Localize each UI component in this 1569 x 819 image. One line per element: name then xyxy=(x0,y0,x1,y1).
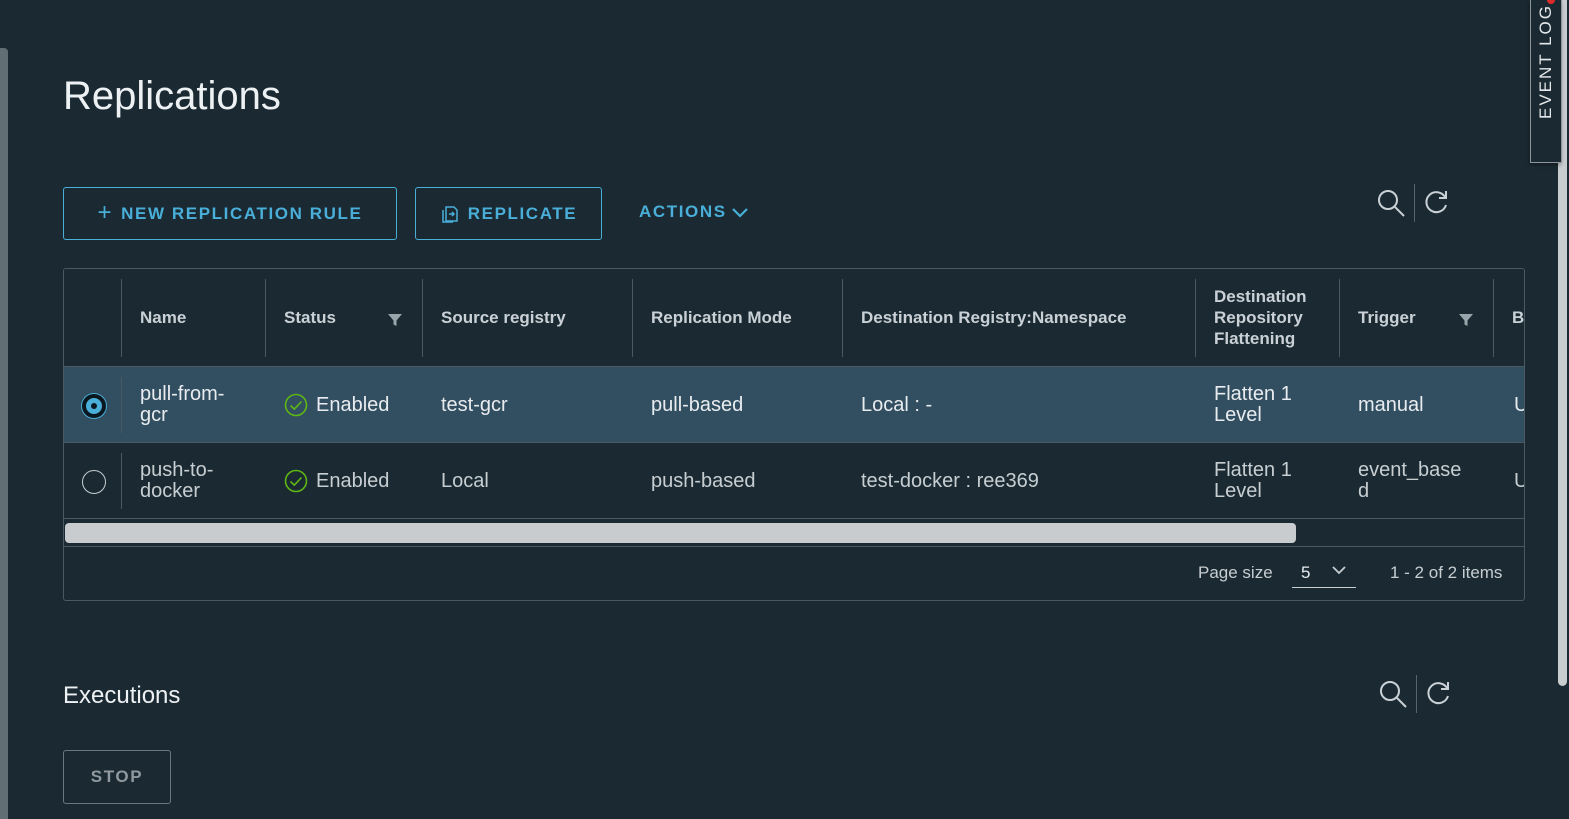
stop-button[interactable]: STOP xyxy=(63,750,171,804)
event-log-label: EVENT LOG xyxy=(1536,4,1555,119)
column-header-replication-mode[interactable]: Replication Mode xyxy=(651,269,792,366)
cell-name: push-to-docker xyxy=(140,459,214,502)
column-header-destination[interactable]: Destination Registry:Namespace xyxy=(861,269,1126,366)
chevron-down-icon xyxy=(731,208,748,218)
cell-trigger: event_based xyxy=(1358,459,1462,502)
filter-icon[interactable] xyxy=(387,312,403,328)
cell-truncated: U xyxy=(1514,367,1524,443)
table-row[interactable]: pull-from-gcr Enabled test-gcr pull-base… xyxy=(64,367,1524,443)
column-separator xyxy=(632,279,633,357)
status-text: Enabled xyxy=(316,393,390,416)
table-row[interactable]: push-to-docker Enabled Local push-based … xyxy=(64,443,1524,519)
column-header-source-registry[interactable]: Source registry xyxy=(441,269,566,366)
event-log-tab[interactable]: EVENT LOG xyxy=(1530,0,1562,163)
replication-rules-grid: Name Status Source registry Replication … xyxy=(63,268,1525,601)
chevron-down-icon xyxy=(1332,566,1346,575)
cell-destination: test-docker : ree369 xyxy=(861,469,1039,492)
new-replication-rule-button[interactable]: + NEW REPLICATION RULE xyxy=(63,187,397,240)
page-title: Replications xyxy=(63,74,281,118)
status-text: Enabled xyxy=(316,469,390,492)
filter-icon[interactable] xyxy=(1458,312,1474,328)
horizontal-scrollbar-thumb[interactable] xyxy=(65,523,1296,543)
search-icon[interactable] xyxy=(1378,679,1408,709)
replicate-button[interactable]: REPLICATE xyxy=(415,187,602,240)
column-separator xyxy=(121,279,122,357)
cell-status: Enabled xyxy=(284,367,389,443)
items-count: 1 - 2 of 2 items xyxy=(1390,563,1503,582)
grid-footer: Page size 5 1 - 2 of 2 items xyxy=(64,547,1524,600)
cell-replication-mode: pull-based xyxy=(651,393,744,416)
cell-trigger: manual xyxy=(1358,393,1424,416)
row-select-radio[interactable] xyxy=(82,394,106,418)
cell-status: Enabled xyxy=(284,443,389,519)
refresh-icon[interactable] xyxy=(1425,679,1453,707)
row-select-radio[interactable] xyxy=(82,470,106,494)
check-circle-icon xyxy=(284,469,308,493)
executions-title: Executions xyxy=(63,682,181,709)
replicate-label: REPLICATE xyxy=(467,203,578,223)
replications-page: EVENT LOG Replications + NEW REPLICATION… xyxy=(0,0,1569,819)
column-separator xyxy=(1339,279,1340,357)
column-header-trigger[interactable]: Trigger xyxy=(1358,269,1416,366)
actions-label: ACTIONS xyxy=(639,202,727,221)
page-size-value: 5 xyxy=(1301,563,1311,582)
cell-truncated: U xyxy=(1514,443,1524,519)
page-size-label: Page size xyxy=(1198,563,1273,582)
cell-destination: Local : - xyxy=(861,393,933,416)
plus-icon: + xyxy=(97,198,114,226)
row-separator xyxy=(121,453,122,509)
actions-dropdown[interactable]: ACTIONS xyxy=(639,202,749,222)
column-separator xyxy=(1195,279,1196,357)
replicate-icon xyxy=(442,205,458,223)
column-separator xyxy=(1493,279,1494,357)
column-header-truncated[interactable]: B xyxy=(1512,269,1524,366)
horizontal-scrollbar[interactable] xyxy=(64,520,1524,547)
column-header-name[interactable]: Name xyxy=(140,269,186,366)
column-header-status[interactable]: Status xyxy=(284,269,336,366)
cell-flattening: Flatten 1 Level xyxy=(1214,383,1292,426)
left-edge-strip xyxy=(0,48,8,819)
column-separator xyxy=(842,279,843,357)
cell-source-registry: test-gcr xyxy=(441,393,508,416)
refresh-icon[interactable] xyxy=(1423,188,1451,216)
cell-source-registry: Local xyxy=(441,469,489,492)
grid-header: Name Status Source registry Replication … xyxy=(64,269,1524,367)
toolbar-divider xyxy=(1414,184,1415,222)
column-separator xyxy=(265,279,266,357)
page-size-select[interactable]: 5 xyxy=(1292,554,1356,588)
toolbar-divider xyxy=(1416,675,1417,713)
column-separator xyxy=(422,279,423,357)
row-separator xyxy=(121,377,122,433)
cell-replication-mode: push-based xyxy=(651,469,756,492)
check-circle-icon xyxy=(284,393,308,417)
cell-name: pull-from-gcr xyxy=(140,383,225,426)
column-header-flattening[interactable]: Destination Repository Flattening xyxy=(1214,269,1326,366)
cell-flattening: Flatten 1 Level xyxy=(1214,459,1292,502)
new-replication-rule-label: NEW REPLICATION RULE xyxy=(121,203,363,223)
search-icon[interactable] xyxy=(1376,188,1406,218)
